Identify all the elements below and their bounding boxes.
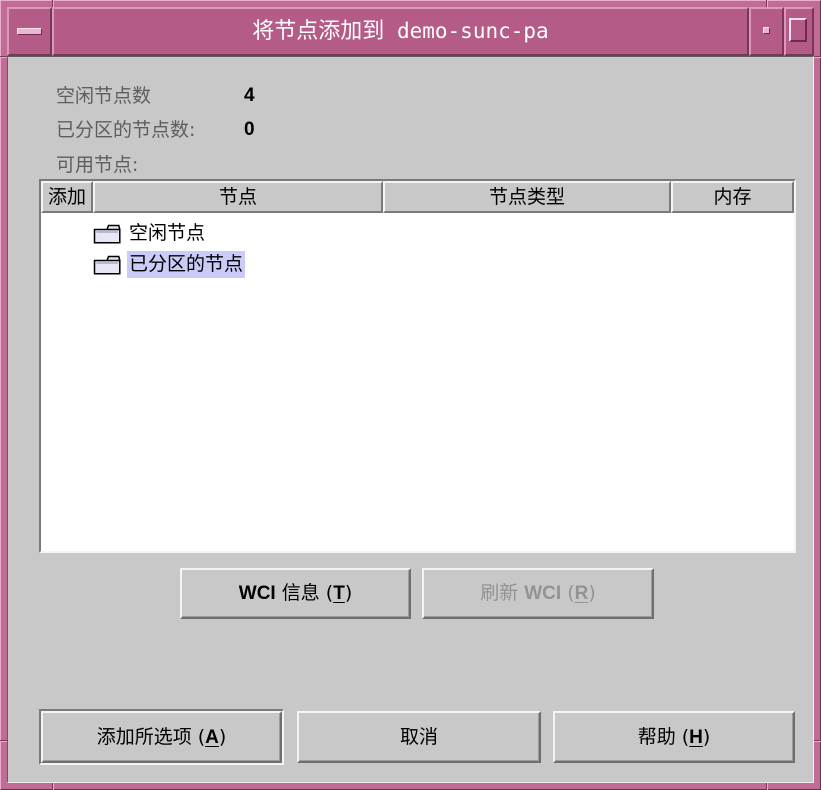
text-run: demo-sunc-pa [384,19,549,43]
text-run: WCI [238,583,276,604]
window-menu-button[interactable] [7,7,52,56]
resize-corner-left-bottom[interactable] [0,740,7,741]
resize-corner-top-left[interactable] [52,0,53,7]
column-header-node[interactable]: 节点 [93,181,383,213]
add-selected-button[interactable]: 添加所选项 (A) [41,711,282,763]
help-button[interactable]: 帮助 (H) [553,711,795,763]
text-run: 信息 ( [275,582,334,604]
text-run: ( [561,582,575,604]
window-menu-icon [17,28,42,35]
partitioned-nodes-count: 0 [244,119,255,140]
table-body: 空闲节点 已分区的节点 [41,213,794,280]
text-run: 将节点添加到 [252,19,385,44]
free-nodes-count: 4 [244,85,255,106]
resize-corner-left-top[interactable] [0,56,7,57]
text-run: 添加所选项 ( [96,725,206,748]
text-run: WCI [524,583,562,604]
cancel-button-label: 取消 [400,725,438,749]
wci-info-button-label: WCI 信息 (T) [239,581,352,606]
folder-icon [93,224,121,244]
nodes-table: 添加 节点 节点类型 内存 空闲节点 已分区的节点 [39,179,796,553]
maximize-button[interactable] [784,7,814,56]
free-nodes-label: 空闲节点数 [56,85,152,107]
refresh-wci-button-label: 刷新 WCI (R) [480,581,596,606]
title-bar[interactable]: 将节点添加到 demo-sunc-pa [52,7,749,56]
tree-row-partitioned-nodes[interactable]: 已分区的节点 [41,249,794,280]
minimize-button[interactable] [749,7,784,56]
add-selected-button-label: 添加所选项 (A) [97,725,227,750]
window-title: 将节点添加到 demo-sunc-pa [252,18,548,45]
text-run: 取消 [399,726,438,748]
resize-corner-top-right[interactable] [766,0,767,7]
wci-info-button[interactable]: WCI 信息 (T) [180,568,411,619]
minimize-icon [763,27,770,34]
tree-row-free-nodes[interactable]: 空闲节点 [41,218,794,249]
column-header-memory[interactable]: 内存 [671,181,794,213]
mnemonic-letter: A [205,726,219,748]
dialog-body: 空闲节点数 4 已分区的节点数: 0 可用节点: 添加 节点 节点类型 内存 空… [7,56,814,783]
maximize-icon [789,18,807,42]
text-run: ) [588,582,596,604]
text-run: 帮助 ( [637,725,690,748]
available-nodes-label: 可用节点: [56,154,139,176]
tree-row-label[interactable]: 空闲节点 [127,220,207,247]
text-run: ) [218,725,227,748]
tree-row-label[interactable]: 已分区的节点 [127,251,246,278]
mnemonic-letter: H [689,726,703,748]
resize-corner-bottom-left[interactable] [52,783,53,790]
text-run: 刷新 [480,582,525,604]
text-run: ) [702,725,711,748]
column-header-node-type[interactable]: 节点类型 [383,181,671,213]
column-header-add[interactable]: 添加 [41,181,93,213]
folder-icon [93,255,121,275]
mnemonic-letter: R [574,583,589,604]
mnemonic-letter: T [333,583,345,604]
resize-corner-right-bottom[interactable] [814,740,821,741]
cancel-button[interactable]: 取消 [297,711,541,763]
text-run: ) [344,582,353,604]
default-button-ring: 添加所选项 (A) [39,709,284,765]
partitioned-nodes-label: 已分区的节点数: [56,119,196,141]
help-button-label: 帮助 (H) [638,725,711,750]
refresh-wci-button[interactable]: 刷新 WCI (R) [422,568,654,619]
resize-corner-right-top[interactable] [814,56,821,57]
resize-corner-bottom-right[interactable] [766,783,767,790]
table-header: 添加 节点 节点类型 内存 [41,181,794,213]
